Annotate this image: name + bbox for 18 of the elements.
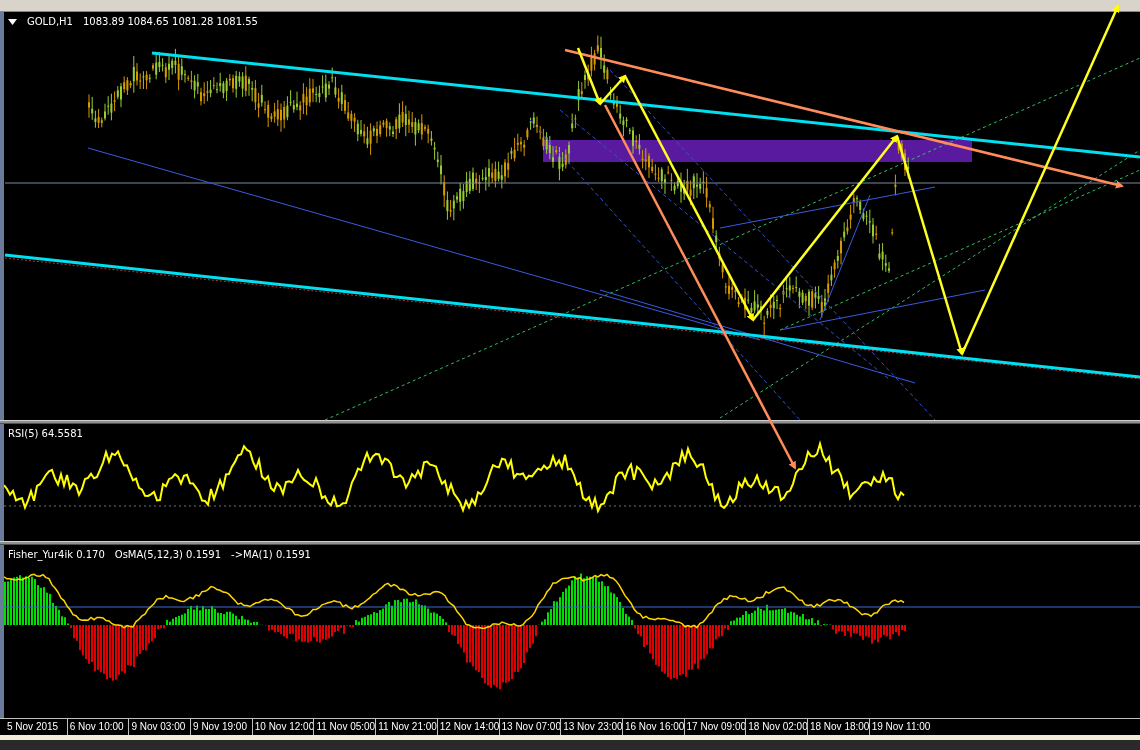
time-label: 18 Nov 02:00 [748, 720, 808, 734]
time-label: 9 Nov 03:00 [131, 720, 186, 734]
time-label: 5 Nov 2015 [7, 720, 59, 734]
time-label: 11 Nov 05:00 [316, 720, 376, 734]
rsi-label: RSI(5) 64.5581 [8, 428, 83, 439]
indicator-label: OsMA(5,12,3) 0.1591 [114, 549, 222, 560]
time-label: 11 Nov 21:00 [378, 720, 437, 734]
time-label: 16 Nov 16:00 [624, 720, 685, 734]
symbol-label: GOLD,H1 [27, 16, 73, 27]
time-label: 13 Nov 23:00 [563, 720, 623, 734]
indicator-label: Fisher_Yur4ik 0.170 [8, 549, 105, 560]
time-label: 12 Nov 14:00 [439, 720, 500, 734]
time-label: 18 Nov 18:00 [809, 720, 870, 734]
price-quote: 1083.89 1084.65 1081.28 1081.55 [82, 16, 258, 27]
time-label: 6 Nov 10:00 [69, 720, 124, 734]
indicator-label: ->MA(1) 0.1591 [231, 549, 311, 560]
time-label: 9 Nov 19:00 [193, 720, 247, 734]
time-label: 19 Nov 11:00 [871, 720, 931, 734]
